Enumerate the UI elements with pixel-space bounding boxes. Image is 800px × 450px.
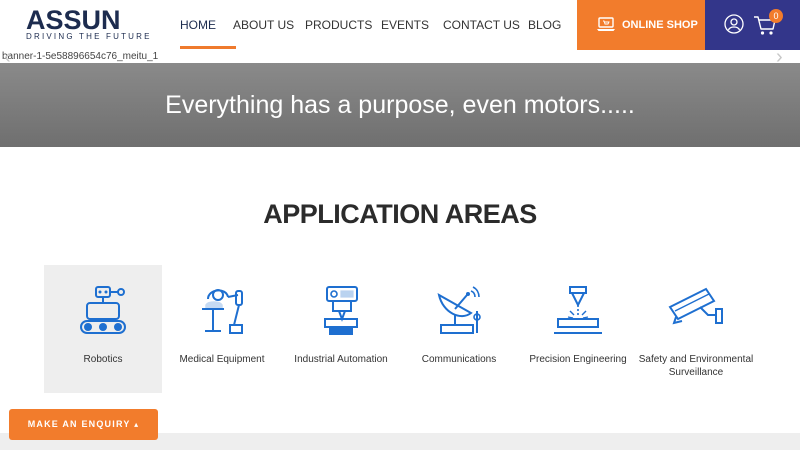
robot-icon: [80, 286, 126, 334]
brand-tagline: DRIVING THE FUTURE: [26, 32, 152, 41]
online-shop-label: ONLINE SHOP: [622, 19, 698, 31]
application-precision-engineering[interactable]: Precision Engineering: [519, 265, 637, 393]
nav-events[interactable]: EVENTS: [381, 0, 429, 50]
application-label: Robotics: [83, 354, 123, 365]
brand-name: ASSUN: [26, 5, 121, 35]
nav-about-us[interactable]: ABOUT US: [233, 0, 294, 50]
make-enquiry-button[interactable]: MAKE AN ENQUIRY ▴: [9, 409, 158, 440]
application-label: Precision Engineering: [529, 354, 627, 365]
nav-home[interactable]: HOME: [180, 0, 216, 50]
site-header: ASSUN DRIVING THE FUTURE HOME ABOUT US P…: [0, 0, 800, 50]
user-icon[interactable]: [724, 14, 744, 34]
brand-logo[interactable]: ASSUN DRIVING THE FUTURE: [26, 5, 149, 44]
hero-banner: Everything has a purpose, even motors...…: [0, 63, 800, 147]
industrial-machine-icon: [324, 286, 358, 335]
medical-equipment-icon: [202, 289, 243, 334]
nav-products[interactable]: PRODUCTS: [305, 0, 372, 50]
application-areas-title: APPLICATION AREAS: [263, 199, 537, 229]
application-industrial-automation[interactable]: Industrial Automation: [282, 265, 400, 393]
application-label: Communications: [421, 354, 497, 365]
nav-blog[interactable]: BLOG: [528, 0, 561, 50]
application-label: Safety and Environmental Surveillance: [638, 354, 754, 378]
application-safety-surveillance[interactable]: Safety and Environmental Surveillance: [637, 265, 755, 393]
application-label: Industrial Automation: [294, 354, 388, 365]
account-panel: 0: [705, 0, 800, 50]
application-robotics[interactable]: Robotics: [44, 265, 162, 393]
satellite-dish-icon: [437, 286, 481, 334]
nav-contact-us[interactable]: CONTACT US: [443, 0, 520, 50]
application-label: Medical Equipment: [179, 354, 265, 365]
cart-count-badge: 0: [769, 9, 783, 23]
security-camera-icon: [668, 287, 723, 325]
laser-cutter-icon: [554, 286, 602, 334]
nav-active-indicator: [180, 46, 236, 49]
laptop-cart-icon: [597, 17, 615, 31]
application-medical-equipment[interactable]: Medical Equipment: [163, 265, 281, 393]
make-enquiry-label: MAKE AN ENQUIRY: [27, 419, 131, 429]
banner-image-alt: banner-1-5e58896654c76_meitu_1: [0, 50, 800, 63]
online-shop-button[interactable]: ONLINE SHOP: [577, 0, 705, 50]
banner-headline: Everything has a purpose, even motors...…: [165, 91, 635, 119]
application-communications[interactable]: Communications: [400, 265, 518, 393]
chevron-up-icon: ▴: [134, 420, 140, 429]
